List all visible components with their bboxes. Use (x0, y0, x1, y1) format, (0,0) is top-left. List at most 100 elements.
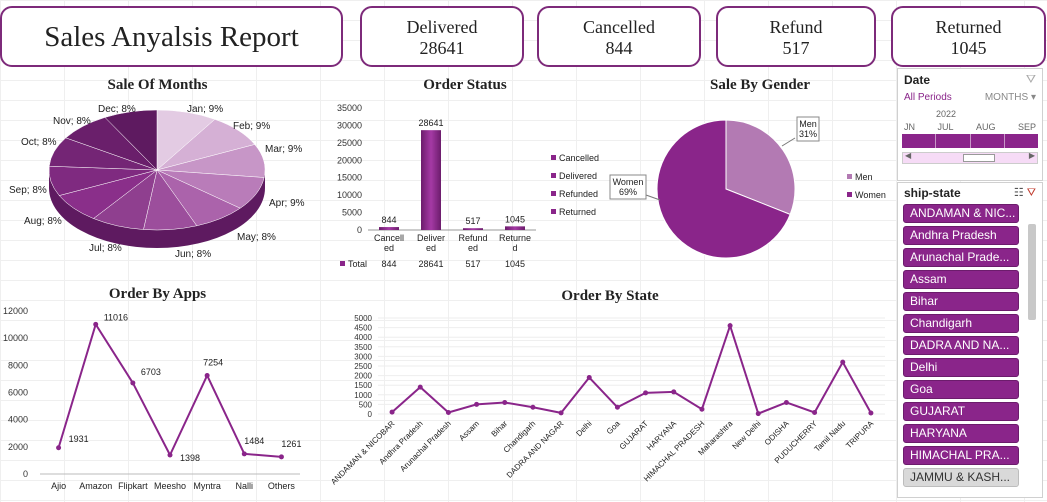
legend-label: Men (855, 172, 873, 182)
y-tick-label: 2000 (8, 442, 28, 452)
legend-key (551, 191, 556, 196)
state-slicer[interactable]: ship-state ☷ ⛛ ANDAMAN & NIC... Andhra Pr… (897, 182, 1043, 498)
state-point (530, 404, 536, 410)
scroll-left-icon[interactable]: ◀ (905, 151, 911, 160)
apps-point (167, 452, 173, 458)
state-option[interactable]: Andhra Pradesh (903, 226, 1019, 245)
y-tick-label: 8000 (8, 360, 28, 370)
apps-point (93, 321, 99, 327)
apps-point (130, 380, 136, 386)
apps-data-label: 11016 (104, 312, 128, 322)
legend-label: Refunded (559, 189, 598, 199)
y-tick-label: 10000 (3, 333, 28, 343)
state-point (671, 389, 677, 395)
state-option[interactable]: Delhi (903, 358, 1019, 377)
y-tick-label: 35000 (337, 103, 362, 113)
callout-category: Women (613, 177, 644, 187)
state-point (474, 401, 480, 407)
slicer-scrollbar[interactable] (1028, 224, 1036, 320)
slice-label: Nov; 8% (53, 116, 91, 127)
state-point (558, 410, 564, 416)
state-option[interactable]: Chandigarh (903, 314, 1019, 333)
x-tick-label: Myntra (193, 481, 221, 491)
x-tick-label: DADRA AND NAGAR (505, 419, 566, 480)
state-option[interactable]: JAMMU & KASH... (903, 468, 1019, 487)
slice-label: Dec; 8% (98, 104, 136, 115)
multi-select-icon[interactable]: ☷ (1014, 187, 1024, 199)
callout-category: Men (799, 119, 817, 129)
state-option[interactable]: Assam (903, 270, 1019, 289)
x-tick-label: Arunachal Pradesh (398, 419, 452, 473)
y-tick-label: 2500 (354, 362, 372, 371)
bar-data-label: 844 (381, 215, 396, 225)
state-option[interactable]: Arunachal Prade... (903, 248, 1019, 267)
state-point (840, 359, 846, 365)
state-point (614, 404, 620, 410)
slice-label: Oct; 8% (21, 137, 57, 148)
legend-key (551, 209, 556, 214)
y-tick-label: 5000 (354, 314, 372, 323)
kpi-value: 1045 (950, 38, 987, 58)
state-point (783, 399, 789, 405)
table-value: 844 (381, 259, 396, 269)
y-tick-label: 10000 (337, 190, 362, 200)
timeline-bar[interactable] (902, 134, 1038, 148)
apps-point (241, 451, 247, 457)
state-option[interactable]: ANDAMAN & NIC... (903, 204, 1019, 223)
clear-filter-icon[interactable]: ⛛ (1027, 187, 1036, 199)
state-option[interactable]: Goa (903, 380, 1019, 399)
y-tick-label: 0 (357, 225, 362, 235)
slice-label: Mar; 9% (265, 144, 302, 155)
year-label: 2022 (936, 109, 957, 119)
bar-data-label: 28641 (418, 118, 443, 128)
apps-data-label: 1931 (69, 434, 89, 444)
x-tick-label: Others (268, 481, 296, 491)
state-slicer-title: ship-state (904, 186, 961, 200)
state-point (417, 384, 423, 390)
level-dropdown[interactable]: MONTHS ▾ (985, 92, 1036, 103)
table-legend-key (340, 261, 345, 266)
timeline-scrollbar[interactable]: ◀ ▶ (902, 151, 1038, 164)
scroll-thumb[interactable] (963, 154, 995, 162)
state-point (868, 410, 874, 416)
status-bar-refunded (463, 228, 483, 230)
x-tick-label: Refund (458, 233, 487, 243)
apps-data-label: 1398 (180, 453, 200, 463)
y-tick-label: 6000 (8, 388, 28, 398)
y-tick-label: 4500 (354, 324, 372, 333)
x-tick-label: TRIPURA (844, 419, 876, 451)
y-tick-label: 5000 (342, 208, 362, 218)
slice-label: Sep; 8% (9, 185, 47, 196)
scroll-right-icon[interactable]: ▶ (1029, 151, 1035, 160)
status-bar-cancelled (379, 227, 399, 230)
state-option[interactable]: Bihar (903, 292, 1019, 311)
date-slicer[interactable]: Date ⛛ All Periods MONTHS ▾ 2022 JN JUL AU… (897, 68, 1043, 181)
slice-label: Jul; 8% (89, 243, 122, 254)
period-label: All Periods (904, 92, 952, 103)
charts-canvas: Jan; 9% Feb; 9% Mar; 9% Apr; 9% May; 8% Jun; … (3, 103, 886, 491)
x-tick-label-cont: ed (468, 243, 478, 253)
x-tick-label: Goa (605, 419, 622, 436)
state-point (643, 390, 649, 396)
x-tick-label: Flipkart (118, 481, 148, 491)
x-tick-label: Bihar (490, 419, 510, 439)
state-option[interactable]: DADRA AND NA... (903, 336, 1019, 355)
y-tick-label: 3000 (354, 352, 372, 361)
x-tick-label-cont: d (512, 243, 517, 253)
clear-filter-icon[interactable]: ⛛ (1026, 72, 1036, 87)
state-point (699, 406, 705, 412)
x-tick-label-cont: ed (384, 243, 394, 253)
table-value: 517 (465, 259, 480, 269)
slice-label: Feb; 9% (233, 121, 270, 132)
state-option[interactable]: GUJARAT (903, 402, 1019, 421)
y-tick-label: 1000 (354, 391, 372, 400)
state-option[interactable]: HIMACHAL PRA... (903, 446, 1019, 465)
state-option[interactable]: HARYANA (903, 424, 1019, 443)
callout-leader (781, 137, 796, 147)
month-axis: JN JUL AUG SEP (904, 122, 1036, 132)
y-tick-label: 1500 (354, 381, 372, 390)
x-tick-label: Delhi (574, 419, 593, 438)
callout-percent: 69% (619, 187, 637, 197)
legend-label: Returned (559, 207, 596, 217)
table-value: 28641 (418, 259, 443, 269)
